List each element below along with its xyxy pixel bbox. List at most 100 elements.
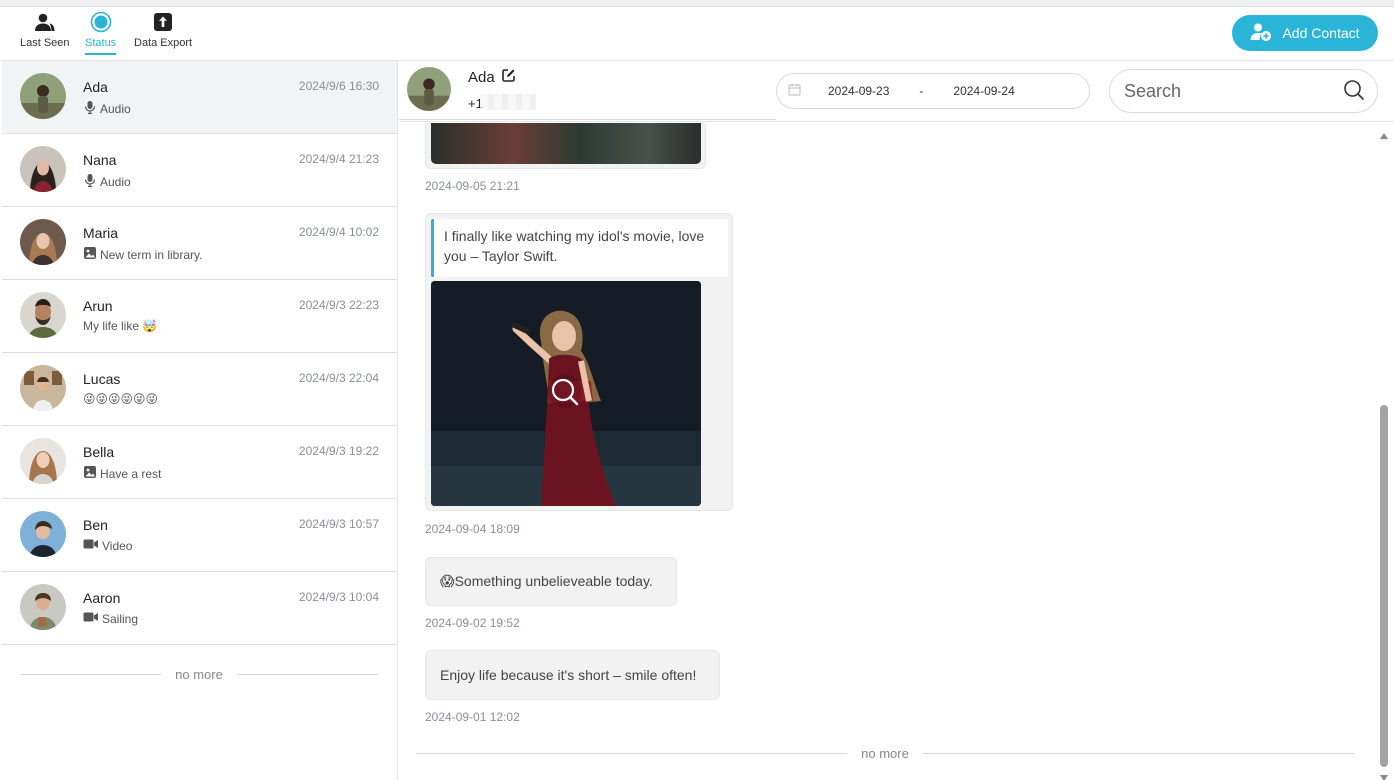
header-divider (399, 119, 776, 120)
avatar (20, 365, 66, 411)
contact-name: Ada (83, 79, 108, 95)
contact-time: 2024/9/3 10:04 (298, 590, 379, 604)
contact-time: 2024/9/3 22:23 (298, 298, 379, 312)
contact-time: 2024/9/6 16:30 (298, 79, 379, 93)
message-time: 2024-09-05 21:21 (425, 179, 520, 193)
contact-preview: Have a rest (83, 465, 161, 482)
message-image[interactable] (431, 281, 701, 506)
video-icon (83, 611, 99, 626)
divider-line (20, 673, 162, 675)
message-bubble[interactable]: 😱Something unbelieveable today. (425, 557, 677, 606)
add-contact-label: Add Contact (1282, 25, 1360, 41)
preview-text: Have a rest (100, 466, 162, 481)
contact-name: Arun (83, 298, 113, 314)
image-icon (83, 246, 97, 263)
tab-last-seen[interactable]: Last Seen (20, 11, 70, 49)
contact-preview: 😜😜😜😜😜😜 (83, 392, 158, 406)
tab-label: Last Seen (20, 37, 70, 49)
scroll-up-arrow-icon[interactable] (1380, 133, 1388, 139)
contact-name: Aaron (83, 590, 121, 606)
message-bubble[interactable] (425, 123, 706, 169)
avatar (20, 292, 66, 338)
preview-text: My life like 🤯 (83, 319, 158, 333)
contact-item-arun[interactable]: Arun 2024/9/3 22:23 My life like 🤯 (2, 280, 397, 353)
add-contact-button[interactable]: Add Contact (1232, 15, 1378, 51)
tab-status[interactable]: Status (85, 11, 117, 55)
chat-header: Ada +1 2024-09-23 - 2024-09-24 (399, 61, 1394, 122)
contact-time: 2024/9/4 21:23 (298, 152, 379, 166)
preview-text: Audio (100, 174, 131, 189)
contact-name: Ada (468, 68, 495, 86)
search-icon[interactable] (1343, 79, 1365, 106)
message-list: 2024-09-05 21:21 I finally like watching… (399, 123, 1375, 780)
preview-text: Video (102, 538, 133, 553)
contact-time: 2024/9/3 19:22 (298, 444, 379, 458)
app-window: Last Seen Status Data Export Add Contact (0, 6, 1394, 780)
contact-item-aaron[interactable]: Aaron 2024/9/3 10:04 Sailing (2, 572, 397, 645)
add-person-icon (1250, 22, 1272, 45)
contact-time: 2024/9/4 10:02 (298, 225, 379, 239)
contact-item-ben[interactable]: Ben 2024/9/3 10:57 Video (2, 499, 397, 572)
message-scrollbar[interactable] (1375, 123, 1394, 780)
message-text: Enjoy life because it's short – smile of… (440, 667, 697, 683)
upload-icon (153, 11, 173, 33)
contact-name: Ben (83, 517, 108, 533)
video-icon (83, 538, 99, 553)
divider-line (922, 752, 1355, 754)
tab-label: Data Export (134, 37, 193, 49)
avatar (20, 511, 66, 557)
scroll-down-arrow-icon[interactable] (1380, 775, 1388, 780)
contact-item-ada[interactable]: Ada 2024/9/6 16:30 Audio (2, 61, 397, 134)
quoted-text: I finally like watching my idol's movie,… (431, 219, 728, 277)
phone-redaction (480, 94, 536, 110)
message-image[interactable] (431, 123, 701, 164)
contact-preview: New term in library. (83, 246, 202, 263)
preview-text: 😜😜😜😜😜😜 (83, 392, 159, 406)
preview-text: Sailing (102, 611, 139, 626)
message-bubble[interactable]: I finally like watching my idol's movie,… (425, 213, 733, 511)
mic-icon (83, 100, 97, 117)
message-bubble[interactable]: Enjoy life because it's short – smile of… (425, 650, 720, 700)
image-icon (83, 465, 97, 482)
person-icon (34, 11, 56, 33)
contact-name: Maria (83, 225, 119, 241)
scroll-thumb[interactable] (1380, 405, 1388, 767)
contact-name: Bella (83, 444, 115, 460)
contact-item-lucas[interactable]: Lucas 2024/9/3 22:04 😜😜😜😜😜😜 (2, 353, 397, 426)
avatar (20, 438, 66, 484)
contact-preview: Audio (83, 173, 131, 190)
search-box (1109, 69, 1378, 113)
date-to[interactable]: 2024-09-24 (953, 84, 1014, 98)
tab-label: Status (85, 37, 117, 49)
tab-data-export[interactable]: Data Export (134, 11, 192, 49)
contacts-end-divider: no more (20, 664, 379, 684)
status-icon (90, 11, 112, 33)
contact-item-bella[interactable]: Bella 2024/9/3 19:22 Have a rest (2, 426, 397, 499)
avatar (407, 67, 451, 111)
preview-text: Audio (100, 101, 131, 116)
contact-preview: My life like 🤯 (83, 319, 157, 333)
divider-line (236, 673, 379, 675)
messages-end-divider: no more (416, 743, 1355, 763)
no-more-label: no more (175, 666, 223, 682)
calendar-icon (788, 83, 802, 99)
contact-time: 2024/9/3 10:57 (298, 517, 379, 531)
contact-name: Lucas (83, 371, 121, 387)
contact-item-nana[interactable]: Nana 2024/9/4 21:23 Audio (2, 134, 397, 207)
no-more-label: no more (861, 745, 909, 761)
edit-icon[interactable] (501, 68, 516, 86)
chat-contact-name: Ada (468, 68, 516, 86)
divider-line (416, 752, 848, 754)
date-separator: - (919, 84, 924, 98)
avatar (20, 584, 66, 630)
mic-icon (83, 173, 97, 190)
date-range-picker[interactable]: 2024-09-23 - 2024-09-24 (776, 73, 1090, 109)
contact-name: Nana (83, 152, 117, 168)
contact-time: 2024/9/3 22:04 (298, 371, 379, 385)
contact-preview: Sailing (83, 611, 138, 626)
search-input[interactable] (1124, 80, 1334, 102)
date-from[interactable]: 2024-09-23 (828, 84, 889, 98)
preview-text: New term in library. (100, 247, 203, 262)
contact-item-maria[interactable]: Maria 2024/9/4 10:02 New term in library… (2, 207, 397, 280)
message-time: 2024-09-04 18:09 (425, 522, 520, 536)
